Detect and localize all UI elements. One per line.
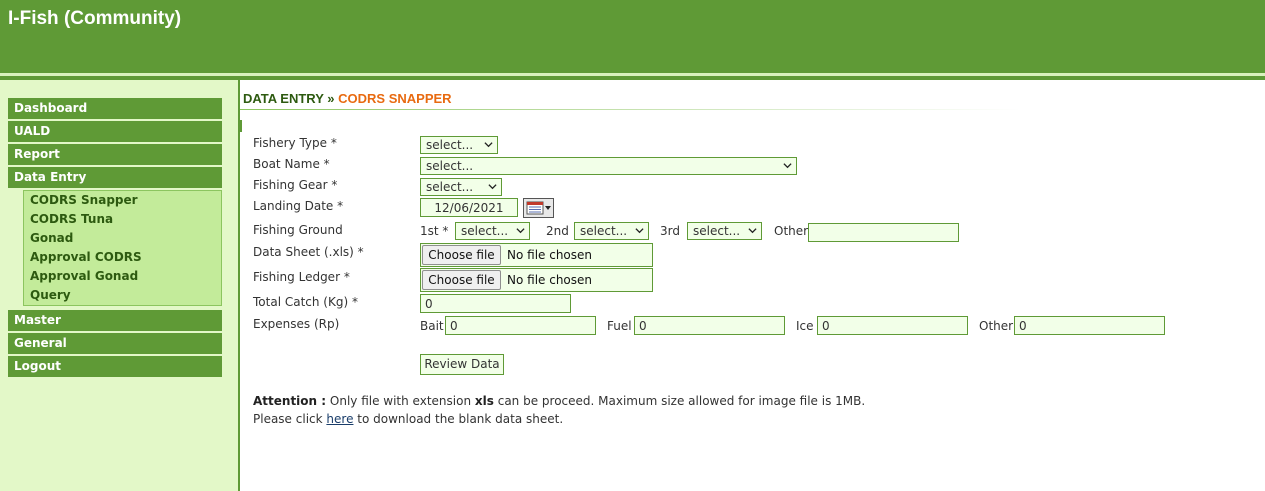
download-note: Please click here to download the blank … xyxy=(253,412,563,426)
boat-name-label: Boat Name * xyxy=(253,157,330,171)
fishing-ground-3rd-label: 3rd xyxy=(660,224,680,238)
submenu-item-approval-codrs[interactable]: Approval CODRS xyxy=(30,250,142,264)
sidebar-item-dashboard[interactable]: Dashboard xyxy=(8,98,222,119)
form-edge-marker xyxy=(240,120,242,132)
breadcrumb-separator: » xyxy=(327,91,335,106)
expenses-other-input[interactable]: 0 xyxy=(1014,316,1165,335)
fishing-gear-select[interactable]: select... xyxy=(420,178,502,196)
fishing-ground-1st-label: 1st * xyxy=(420,224,449,238)
submenu-item-query[interactable]: Query xyxy=(30,288,71,302)
breadcrumb-current-page: CODRS SNAPPER xyxy=(338,91,452,106)
fishing-ground-2nd-label: 2nd xyxy=(546,224,569,238)
review-data-button[interactable]: Review Data xyxy=(420,354,504,375)
data-sheet-file-input: Choose file No file chosen xyxy=(420,243,653,267)
expenses-bait-input[interactable]: 0 xyxy=(445,316,596,335)
data-sheet-choose-file-button[interactable]: Choose file xyxy=(422,245,501,265)
boat-name-select[interactable]: select... xyxy=(420,157,797,175)
boat-name-value: select... xyxy=(426,159,474,173)
fishing-ground-2nd-select[interactable]: select... xyxy=(574,222,649,240)
fishing-ground-1st-select[interactable]: select... xyxy=(455,222,530,240)
chevron-down-icon xyxy=(484,142,493,148)
download-text-1: Please click xyxy=(253,412,323,426)
expenses-fuel-input[interactable]: 0 xyxy=(634,316,785,335)
submenu-item-gonad[interactable]: Gonad xyxy=(30,231,73,245)
sidebar-item-master[interactable]: Master xyxy=(8,310,222,331)
expenses-ice-input[interactable]: 0 xyxy=(817,316,968,335)
sidebar-item-data-entry[interactable]: Data Entry xyxy=(8,167,222,188)
fishing-ground-1st-value: select... xyxy=(461,224,509,238)
fishing-ledger-file-status: No file chosen xyxy=(507,273,593,287)
fishing-ledger-file-input: Choose file No file chosen xyxy=(420,268,653,292)
attention-text-1: Only file with extension xyxy=(329,394,472,408)
expenses-other-label: Other xyxy=(979,319,1014,333)
chevron-down-icon xyxy=(635,228,644,234)
sidebar-item-uald[interactable]: UALD xyxy=(8,121,222,142)
total-catch-label: Total Catch (Kg) * xyxy=(253,295,358,309)
app-title: I-Fish (Community) xyxy=(8,8,182,29)
fishing-ledger-label: Fishing Ledger * xyxy=(253,270,350,284)
attention-note: Attention : Only file with extension xls… xyxy=(253,394,865,408)
calendar-icon xyxy=(526,201,551,215)
submenu-item-codrs-tuna[interactable]: CODRS Tuna xyxy=(30,212,113,226)
chevron-down-icon xyxy=(748,228,757,234)
expenses-fuel-label: Fuel xyxy=(607,319,632,333)
data-sheet-label: Data Sheet (.xls) * xyxy=(253,245,364,259)
chevron-down-icon xyxy=(488,184,497,190)
fishery-type-value: select... xyxy=(426,138,474,152)
fishing-ground-2nd-value: select... xyxy=(580,224,628,238)
submenu-item-codrs-snapper[interactable]: CODRS Snapper xyxy=(30,193,138,207)
breadcrumb-section[interactable]: DATA ENTRY xyxy=(243,91,324,106)
main-content: DATA ENTRY » CODRS SNAPPER Fishery Type … xyxy=(240,80,1265,491)
expenses-ice-label: Ice xyxy=(796,319,814,333)
fishing-gear-label: Fishing Gear * xyxy=(253,178,338,192)
landing-date-label: Landing Date * xyxy=(253,199,344,213)
submenu-item-approval-gonad[interactable]: Approval Gonad xyxy=(30,269,138,283)
data-sheet-file-status: No file chosen xyxy=(507,248,593,262)
fishing-ground-3rd-value: select... xyxy=(693,224,741,238)
app-header: I-Fish (Community) xyxy=(0,0,1265,73)
attention-label: Attention : xyxy=(253,394,327,408)
sidebar-item-general[interactable]: General xyxy=(8,333,222,354)
chevron-down-icon xyxy=(516,228,525,234)
fishing-ground-other-input[interactable] xyxy=(808,223,959,242)
download-here-link[interactable]: here xyxy=(326,412,353,426)
fishing-gear-value: select... xyxy=(426,180,474,194)
fishery-type-select[interactable]: select... xyxy=(420,136,498,154)
fishing-ground-3rd-select[interactable]: select... xyxy=(687,222,762,240)
breadcrumb: DATA ENTRY » CODRS SNAPPER xyxy=(243,91,452,106)
breadcrumb-underline xyxy=(240,109,1020,110)
fishing-ground-label: Fishing Ground xyxy=(253,223,343,237)
calendar-button[interactable] xyxy=(523,198,554,218)
attention-text-2: can be proceed. Maximum size allowed for… xyxy=(497,394,866,408)
download-text-2: to download the blank data sheet. xyxy=(357,412,564,426)
sidebar-item-report[interactable]: Report xyxy=(8,144,222,165)
sidebar-item-logout[interactable]: Logout xyxy=(8,356,222,377)
landing-date-input[interactable]: 12/06/2021 xyxy=(420,198,518,217)
fishery-type-label: Fishery Type * xyxy=(253,136,337,150)
expenses-bait-label: Bait xyxy=(420,319,444,333)
fishing-ledger-choose-file-button[interactable]: Choose file xyxy=(422,270,501,290)
fishing-ground-other-label: Other xyxy=(774,224,809,238)
chevron-down-icon xyxy=(783,163,792,169)
expenses-label: Expenses (Rp) xyxy=(253,317,340,331)
data-entry-submenu: CODRS Snapper CODRS Tuna Gonad Approval … xyxy=(23,190,222,306)
attention-extension: xls xyxy=(474,394,494,408)
total-catch-input[interactable]: 0 xyxy=(420,294,571,313)
